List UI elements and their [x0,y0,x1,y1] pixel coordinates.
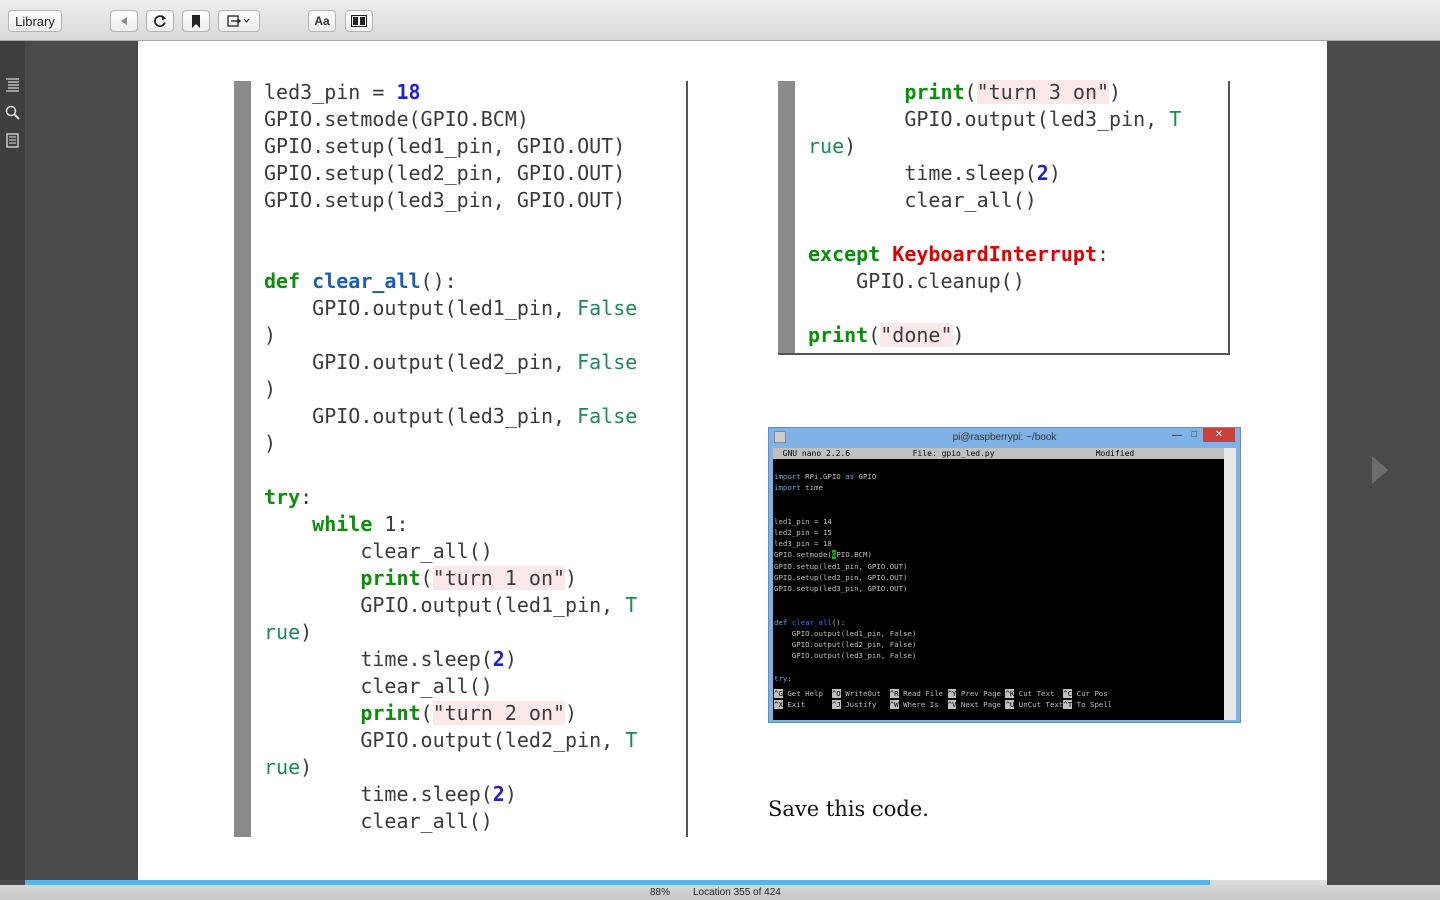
code-block-bar [778,81,795,353]
maximize-icon: □ [1191,429,1197,439]
toolbar: Library Aa [0,0,1440,41]
goto-dropdown-button[interactable] [218,10,260,32]
code-block-left: led3_pin = 18 GPIO.setmode(GPIO.BCM) GPI… [234,80,688,837]
nano-shortcuts: ^G Get Help ^O WriteOut ^R Read File ^Y … [774,689,1122,710]
side-toolbar [0,41,25,880]
body-text: Save this code. [768,797,929,821]
bookmark-icon [192,14,200,28]
terminal-title: pi@raspberrypi: ~/book [952,432,1057,443]
code-listing-left: led3_pin = 18 GPIO.setmode(GPIO.BCM) GPI… [264,80,638,833]
code-block-right: print("turn 3 on") GPIO.output(led3_pin,… [778,80,1230,355]
code-block-bar [234,81,251,837]
terminal-scrollbar [1224,448,1236,720]
close-icon: ✕ [1203,428,1235,442]
terminal-screen: GNU nano 2.2.6 File: gpio_led.py Modifie… [773,448,1236,720]
layout-button[interactable] [345,10,373,32]
back-arrow-icon [121,17,127,25]
search-icon[interactable] [5,105,20,120]
toc-list-icon[interactable] [5,77,20,92]
nano-body: import RPi.GPIO as GPIO import time led1… [774,472,917,683]
next-page-arrow-icon[interactable] [1372,456,1388,484]
goto-icon [227,15,250,27]
progress-percent: 88% [650,887,671,898]
book-page: led3_pin = 18 GPIO.setmode(GPIO.BCM) GPI… [138,41,1327,880]
notes-icon[interactable] [5,133,20,148]
refresh-button[interactable] [146,10,174,32]
back-button[interactable] [110,10,138,32]
library-button[interactable]: Library [8,10,62,32]
code-listing-right: print("turn 3 on") GPIO.output(led3_pin,… [808,80,1182,347]
minimize-icon: — [1172,430,1182,441]
location-text: Location 355 of 424 [693,887,781,898]
bookmark-button[interactable] [182,10,210,32]
font-settings-button[interactable]: Aa [308,10,336,32]
terminal-screenshot: pi@raspberrypi: ~/book — □ ✕ GNU nano 2.… [768,427,1241,723]
status-bar: 88% Location 355 of 424 [0,885,1440,900]
two-column-icon [351,15,367,27]
refresh-icon [154,15,166,27]
nano-header: GNU nano 2.2.6 File: gpio_led.py Modifie… [773,448,1224,459]
